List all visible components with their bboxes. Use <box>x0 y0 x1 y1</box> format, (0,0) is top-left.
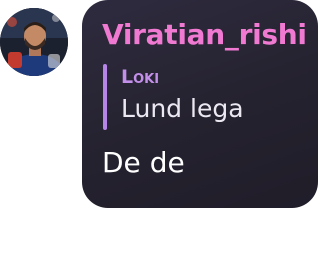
avatar[interactable] <box>0 8 68 76</box>
message-text: De de <box>102 146 185 179</box>
reply-quote-bar <box>103 64 107 130</box>
profile-photo <box>0 8 68 76</box>
reply-text[interactable]: Lund lega <box>121 94 244 123</box>
reply-author[interactable]: Loki <box>121 66 159 88</box>
sender-name[interactable]: Viratian_rishi <box>102 18 307 51</box>
